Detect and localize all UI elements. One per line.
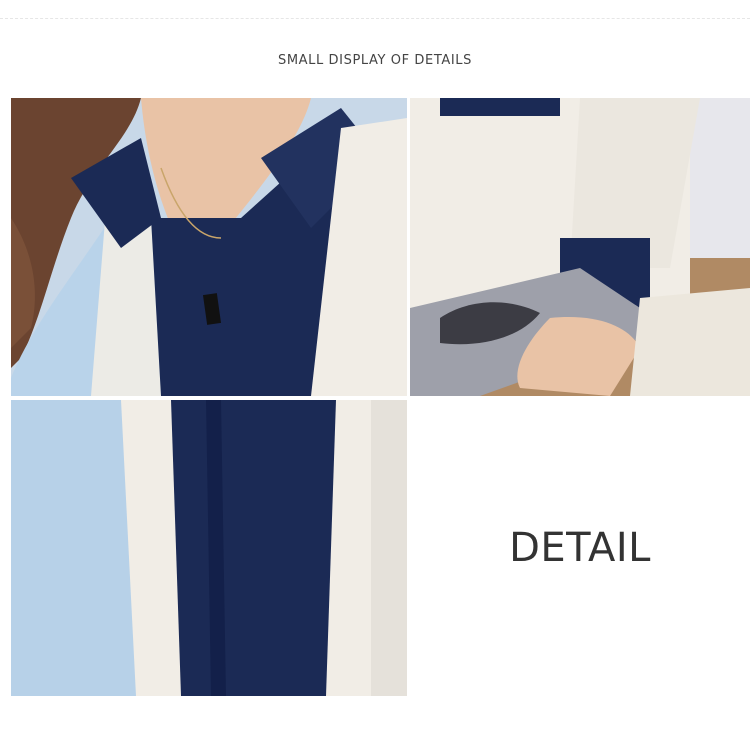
section-heading: SMALL DISPLAY OF DETAILS	[277, 53, 473, 68]
collar-detail-photo	[11, 98, 407, 396]
detail-label: DETAIL	[509, 525, 651, 571]
cuff-detail-photo	[410, 98, 750, 396]
placket-detail-photo	[11, 400, 407, 696]
detail-panel: DETAIL	[410, 400, 750, 696]
top-divider	[0, 0, 750, 19]
